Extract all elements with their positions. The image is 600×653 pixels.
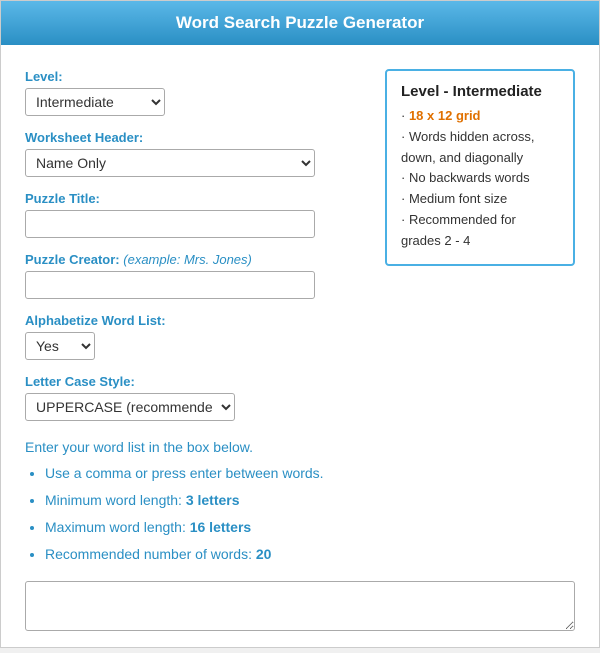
puzzle-creator-input[interactable] [25, 271, 315, 299]
info-box: Level - Intermediate · 18 x 12 grid · Wo… [385, 69, 575, 266]
instruction-item-4: Recommended number of words: 20 [45, 544, 575, 565]
level-select[interactable]: Easy Intermediate Hard [25, 88, 165, 116]
letter-case-label: Letter Case Style: [25, 374, 575, 389]
instruction-item-2: Minimum word length: 3 letters [45, 490, 575, 511]
page-title: Word Search Puzzle Generator [1, 1, 599, 45]
info-box-item-2: · No backwards words [401, 168, 559, 189]
instruction-item-1: Use a comma or press enter between words… [45, 463, 575, 484]
puzzle-title-label: Puzzle Title: [25, 191, 369, 206]
puzzle-title-input[interactable] [25, 210, 315, 238]
letter-case-select[interactable]: UPPERCASE (recommended) lowercase Mixed … [25, 393, 235, 421]
puzzle-creator-label: Puzzle Creator: (example: Mrs. Jones) [25, 252, 369, 267]
alphabetize-label: Alphabetize Word List: [25, 313, 575, 328]
word-list-note: Enter your word list in the box below. [25, 439, 575, 455]
level-label: Level: [25, 69, 369, 84]
worksheet-header-label: Worksheet Header: [25, 130, 369, 145]
worksheet-header-select[interactable]: Name Only Name and Date Name, Date, and … [25, 149, 315, 177]
instruction-item-3: Maximum word length: 16 letters [45, 517, 575, 538]
alphabetize-select[interactable]: Yes No [25, 332, 95, 360]
info-box-grid: · 18 x 12 grid [401, 106, 559, 127]
instructions-list: Use a comma or press enter between words… [45, 463, 575, 571]
word-list-input[interactable] [25, 581, 575, 631]
info-box-item-1: · Words hidden across, down, and diagona… [401, 127, 559, 169]
info-box-title: Level - Intermediate [401, 83, 559, 100]
info-box-item-4: · Recommended for grades 2 - 4 [401, 210, 559, 252]
info-box-item-3: · Medium font size [401, 189, 559, 210]
